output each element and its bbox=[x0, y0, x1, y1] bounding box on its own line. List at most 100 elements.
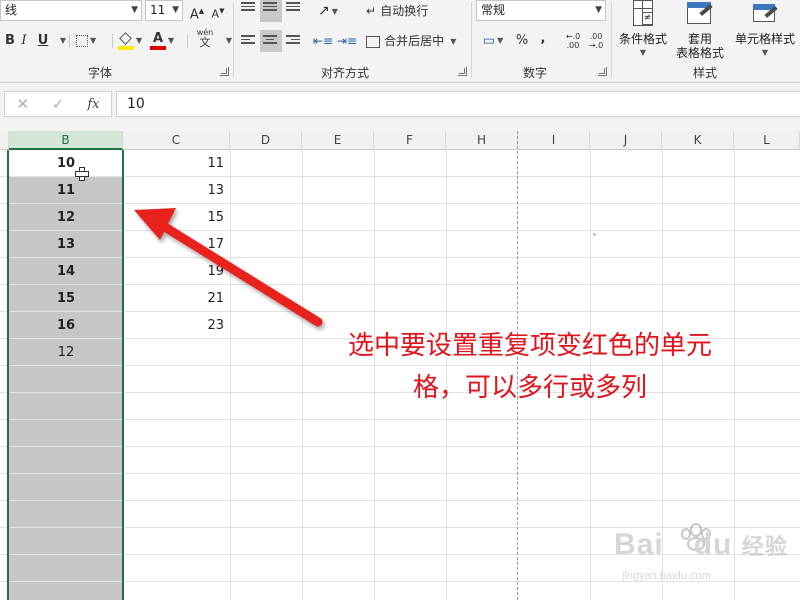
group-separator bbox=[233, 2, 234, 78]
italic-button[interactable]: I bbox=[14, 30, 34, 52]
watermark-url: jingyan.baidu.com bbox=[622, 570, 711, 582]
align-right-icon bbox=[286, 35, 300, 47]
column-header-k[interactable]: K bbox=[662, 131, 734, 150]
grow-font-button[interactable]: A▲ bbox=[187, 0, 207, 22]
number-dialog-launcher[interactable] bbox=[598, 67, 607, 76]
chevron-down-icon: ▼ bbox=[59, 36, 67, 45]
wrap-text-button[interactable]: ↵ 自动换行 bbox=[366, 0, 446, 22]
merge-icon bbox=[366, 35, 380, 48]
font-size-value: 11 bbox=[150, 3, 166, 17]
formula-buttons: ✕ ✓ fx bbox=[4, 91, 112, 117]
align-left-button[interactable] bbox=[238, 30, 260, 52]
group-separator bbox=[611, 2, 612, 78]
underline-button[interactable]: U bbox=[33, 30, 53, 52]
increase-indent-icon: ⇥≡ bbox=[336, 34, 358, 48]
cell-c-6[interactable]: 21 bbox=[123, 285, 230, 312]
stray-mark: ` bbox=[592, 232, 598, 246]
decrease-decimal-button[interactable]: .00 →.0 bbox=[586, 30, 606, 52]
column-header-h[interactable]: H bbox=[446, 131, 518, 150]
align-bottom-button[interactable] bbox=[283, 0, 305, 22]
accounting-format-button[interactable]: ▭ ▼ bbox=[478, 30, 508, 52]
font-color-button[interactable]: A ▼ bbox=[150, 30, 174, 52]
cross-cursor-icon bbox=[75, 167, 89, 181]
phonetic-button[interactable]: wén 文 bbox=[195, 28, 215, 54]
font-name-combo[interactable]: 线 ▼ bbox=[0, 0, 142, 21]
decrease-indent-button[interactable]: ⇤≡ bbox=[312, 30, 334, 52]
percent-button[interactable]: % bbox=[512, 30, 532, 52]
align-top-button[interactable] bbox=[238, 0, 260, 22]
separator bbox=[112, 34, 113, 48]
chevron-down-icon: ▼ bbox=[595, 5, 602, 15]
annotation-line-1: 选中要设置重复项变红色的单元 bbox=[347, 331, 712, 361]
alignment-dialog-launcher[interactable] bbox=[458, 67, 467, 76]
cell-c-1[interactable]: 11 bbox=[123, 150, 230, 177]
cell-styles-label: 单元格样式 bbox=[734, 32, 795, 46]
shrink-font-label: A bbox=[211, 7, 220, 21]
watermark-brand: Bai bbox=[614, 528, 664, 561]
borders-button[interactable]: ▼ bbox=[76, 30, 96, 52]
number-format-value: 常规 bbox=[481, 3, 506, 17]
number-format-combo[interactable]: 常规 ▼ bbox=[476, 0, 606, 21]
align-right-button[interactable] bbox=[283, 30, 305, 52]
increase-decimal-button[interactable]: ←.0 .00 bbox=[563, 30, 583, 52]
cell-c-5[interactable]: 19 bbox=[123, 258, 230, 285]
column-header-d[interactable]: D bbox=[230, 131, 302, 150]
font-name-value: 线 bbox=[5, 3, 18, 17]
merge-center-label: 合并后居中 bbox=[384, 34, 445, 48]
font-size-combo[interactable]: 11 ▼ bbox=[145, 0, 183, 21]
cell-styles-button[interactable]: 单元格样式 ▼ bbox=[730, 0, 800, 60]
align-middle-icon bbox=[263, 2, 277, 14]
increase-indent-button[interactable]: ⇥≡ bbox=[336, 30, 358, 52]
font-dialog-launcher[interactable] bbox=[220, 67, 229, 76]
column-header-i[interactable]: I bbox=[518, 131, 590, 150]
column-line bbox=[230, 150, 231, 600]
grow-font-label: A bbox=[189, 7, 199, 23]
formula-input[interactable]: 10 bbox=[116, 91, 800, 117]
column-header-j[interactable]: J bbox=[590, 131, 662, 150]
align-center-button[interactable] bbox=[260, 30, 282, 52]
shrink-font-button[interactable]: A▼ bbox=[208, 0, 228, 22]
decrease-decimal-icon: .00 →.0 bbox=[588, 32, 604, 50]
cell-c-2[interactable]: 13 bbox=[123, 177, 230, 204]
fill-color-button[interactable]: ▼ bbox=[118, 30, 142, 52]
column-header-e[interactable]: E bbox=[302, 131, 374, 150]
align-middle-button[interactable] bbox=[260, 0, 282, 22]
column-header-f[interactable]: F bbox=[374, 131, 446, 150]
conditional-format-button[interactable]: ≠ 条件格式 ▼ bbox=[614, 0, 672, 60]
group-label-font: 字体 bbox=[87, 66, 112, 80]
watermark-cn: 经验 bbox=[741, 534, 788, 559]
wrap-text-icon: ↵ bbox=[366, 4, 377, 18]
decrease-indent-icon: ⇤≡ bbox=[312, 34, 334, 48]
comma-style-button[interactable]: , bbox=[533, 28, 553, 50]
format-as-table-button[interactable]: 套用 表格格式 bbox=[672, 0, 728, 60]
paint-bucket-icon bbox=[118, 32, 134, 50]
format-as-table-icon bbox=[685, 0, 715, 30]
baidu-watermark: Bai du 经验 jingyan.baidu.com bbox=[612, 520, 792, 595]
annotation-line-2: 格，可以多行或多列 bbox=[412, 373, 647, 403]
confirm-icon[interactable]: ✓ bbox=[52, 95, 65, 113]
orientation-button[interactable]: ↗ ▼ bbox=[313, 0, 343, 22]
ribbon: 线 ▼ 11 ▼ A▲ A▼ B I U ▼ ▼ ▼ A ▼ wén 文 ▼ 字… bbox=[0, 0, 800, 83]
chevron-down-icon: ▼ bbox=[225, 36, 233, 45]
cell-c-3[interactable]: 15 bbox=[123, 204, 230, 231]
column-header-c[interactable]: C bbox=[123, 131, 230, 150]
align-left-icon bbox=[241, 35, 255, 47]
column-header-b[interactable]: B bbox=[9, 131, 123, 150]
chevron-down-icon: ▼ bbox=[131, 5, 138, 15]
cell-c-4[interactable]: 17 bbox=[123, 231, 230, 258]
cancel-icon[interactable]: ✕ bbox=[16, 95, 29, 113]
border-icon bbox=[76, 35, 88, 47]
chevron-down-icon: ▼ bbox=[168, 36, 175, 45]
column-header-partial[interactable] bbox=[0, 131, 9, 150]
chevron-down-icon: ▼ bbox=[761, 48, 769, 57]
insert-function-icon[interactable]: fx bbox=[87, 97, 99, 112]
font-color-letter: A bbox=[152, 31, 164, 46]
annotation-text: 选中要设置重复项变红色的单元 格，可以多行或多列 bbox=[330, 325, 730, 409]
align-top-icon bbox=[241, 2, 255, 14]
caret-up-icon: ▲ bbox=[198, 7, 205, 15]
cell-c-7[interactable]: 23 bbox=[123, 312, 230, 339]
phonetic-dropdown[interactable]: ▼ bbox=[218, 30, 238, 52]
merge-center-button[interactable]: 合并后居中 ▼ bbox=[366, 30, 466, 52]
formula-bar: ✕ ✓ fx 10 bbox=[0, 83, 800, 131]
column-header-l[interactable]: L bbox=[734, 131, 800, 150]
